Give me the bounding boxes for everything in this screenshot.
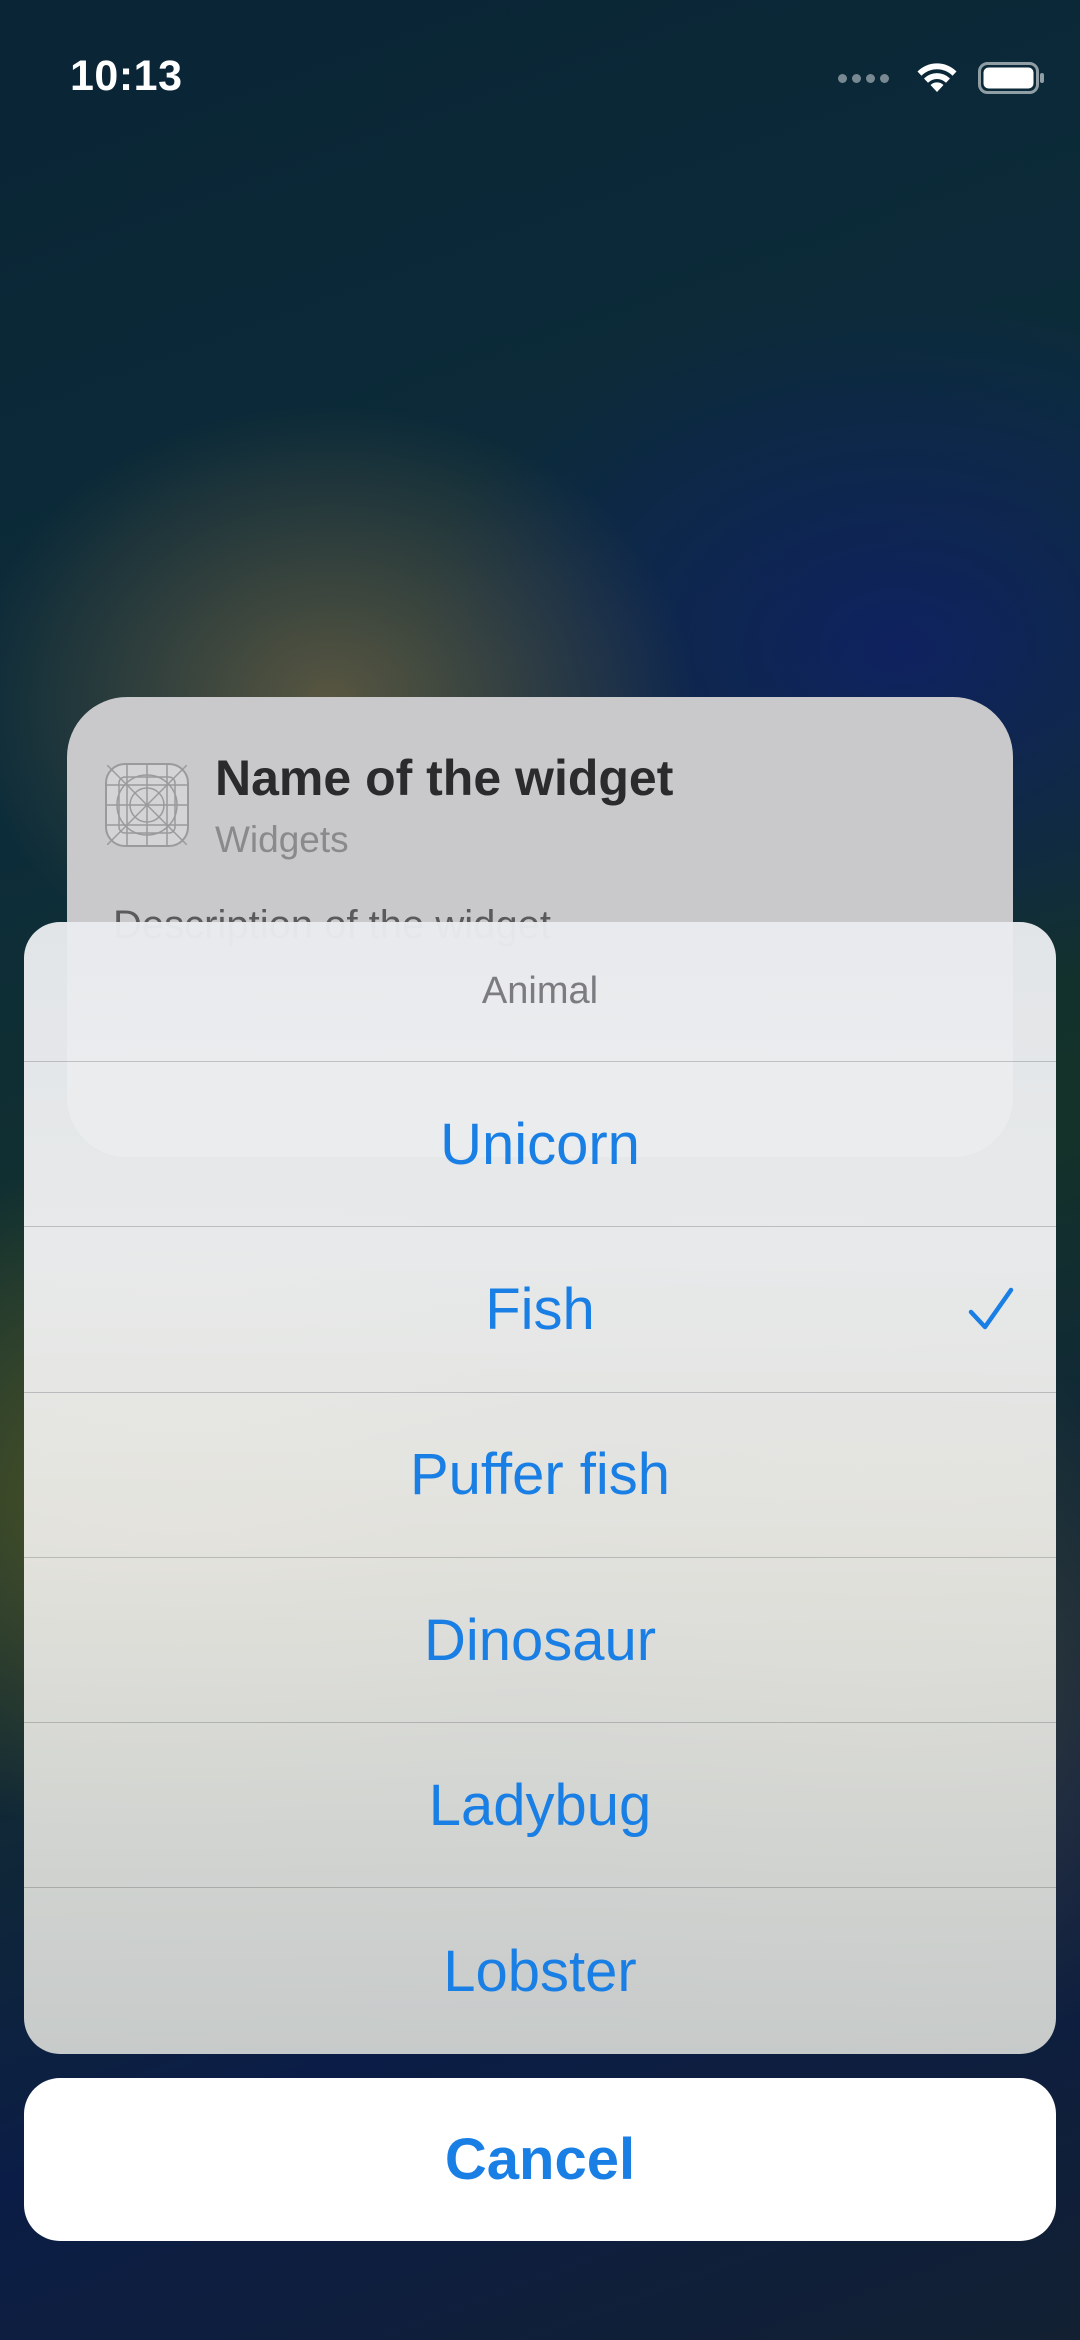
- option-label: Lobster: [443, 1938, 637, 2004]
- checkmark-icon: [968, 1288, 1014, 1330]
- signal-icon: [838, 73, 894, 83]
- option-label: Fish: [485, 1276, 595, 1342]
- status-bar: 10:13: [0, 0, 1080, 150]
- option-puffer-fish[interactable]: Puffer fish: [24, 1393, 1056, 1558]
- option-label: Dinosaur: [423, 1607, 657, 1673]
- option-lobster[interactable]: Lobster: [24, 1888, 1056, 2053]
- option-label: Ladybug: [428, 1772, 652, 1838]
- option-label: Puffer fish: [409, 1442, 671, 1508]
- widget-name: Name of the widget: [215, 750, 674, 806]
- option-fish[interactable]: Fish: [24, 1227, 1056, 1393]
- action-sheet-title: Animal: [24, 922, 1056, 1062]
- cancel-button[interactable]: Cancel: [24, 2078, 1056, 2241]
- widget-grid-icon: [105, 763, 189, 847]
- wifi-icon: [917, 63, 957, 92]
- status-time: 10:13: [70, 52, 183, 100]
- option-dinosaur[interactable]: Dinosaur: [24, 1558, 1056, 1724]
- status-icons: [838, 58, 1046, 98]
- cancel-label: Cancel: [444, 2127, 636, 2192]
- widget-category: Widgets: [215, 819, 349, 860]
- option-label: Unicorn: [440, 1111, 640, 1177]
- battery-icon: [978, 62, 1044, 94]
- action-sheet: Animal Unicorn Fish Puffer fish Dinosaur…: [24, 922, 1056, 2054]
- option-unicorn[interactable]: Unicorn: [24, 1062, 1056, 1228]
- option-ladybug[interactable]: Ladybug: [24, 1723, 1056, 1889]
